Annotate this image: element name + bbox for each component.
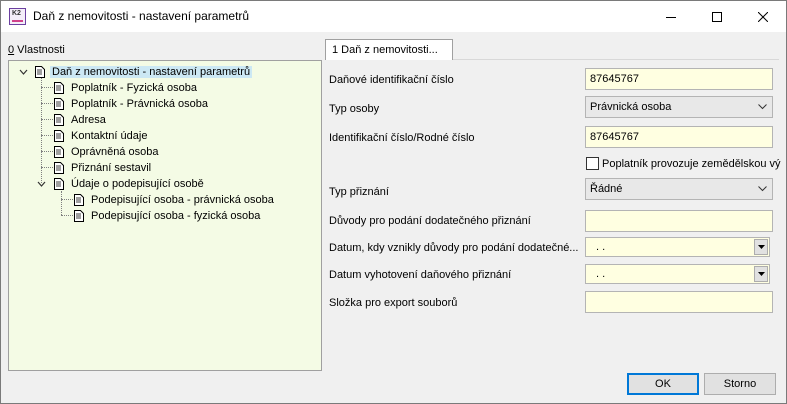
tree-item-label: Daň z nemovitosti - nastavení parametrů <box>50 66 253 78</box>
dropdown-arrow-icon <box>757 272 765 276</box>
chevron-down-icon <box>758 104 767 110</box>
tree-item-label: Podepisující osoba - právnická osoba <box>91 194 274 206</box>
properties-label: 0 Vlastnosti <box>8 44 65 56</box>
app-icon: K2 <box>9 8 26 25</box>
datum-vyhotoveni-value: . . <box>596 268 606 280</box>
minimize-icon <box>666 16 676 18</box>
duvody-field[interactable] <box>585 210 773 232</box>
datum-duvody-dropdown[interactable] <box>754 239 768 255</box>
tree-item-label: Poplatník - Fyzická osoba <box>71 82 197 94</box>
document-icon <box>54 162 64 174</box>
tree-item-priznani-sestavil[interactable]: Přiznání sestavil <box>54 160 153 176</box>
close-button[interactable] <box>740 1 786 32</box>
ico-label: Identifikační číslo/Rodné číslo <box>329 132 475 144</box>
tree-item-label: Podepisující osoba - fyzická osoba <box>91 210 261 222</box>
datum-vyhotoveni-field[interactable]: . . <box>585 264 770 284</box>
properties-label-text: Vlastnosti <box>14 44 65 56</box>
typ-priznani-label: Typ přiznání <box>329 186 389 198</box>
tab-dan-z-nemovitosti[interactable]: 1 Daň z nemovitosti... <box>325 39 453 60</box>
datum-vyhotoveni-label: Datum vyhotovení daňového přiznání <box>329 269 512 281</box>
app-icon-text: K2 <box>12 10 21 17</box>
tree-item-adresa[interactable]: Adresa <box>54 112 108 128</box>
minimize-button[interactable] <box>648 1 694 32</box>
tree-item-label: Oprávněná osoba <box>71 146 159 158</box>
dic-field[interactable]: 87645767 <box>585 68 773 90</box>
tree-item-label: Adresa <box>71 114 106 126</box>
tree-item-podepisujici-osoba[interactable]: Údaje o podepisující osobě <box>54 176 206 192</box>
typ-priznani-value: Řádné <box>590 183 623 195</box>
document-icon <box>54 98 64 110</box>
tree-item-root[interactable]: Daň z nemovitosti - nastavení parametrů <box>35 64 253 80</box>
zemedelska-checkbox-row[interactable]: Poplatník provozuje zemědělskou vý <box>586 157 781 170</box>
duvody-label: Důvody pro podání dodatečného přiznání <box>329 215 531 227</box>
document-icon <box>54 82 64 94</box>
datum-duvody-field[interactable]: . . <box>585 237 770 257</box>
collapse-icon[interactable] <box>37 180 46 189</box>
document-icon <box>54 114 64 126</box>
maximize-icon <box>712 11 722 22</box>
tab-divider <box>453 59 779 60</box>
zemedelska-label: Poplatník provozuje zemědělskou vý <box>602 157 781 170</box>
tree-item-podepisujici-pravnicka[interactable]: Podepisující osoba - právnická osoba <box>74 192 276 208</box>
maximize-button[interactable] <box>694 1 740 32</box>
tree-item-fyzicka-osoba[interactable]: Poplatník - Fyzická osoba <box>54 80 199 96</box>
tree-item-label: Přiznání sestavil <box>71 162 152 174</box>
tree-item-label: Údaje o podepisující osobě <box>71 178 204 190</box>
document-icon <box>35 66 45 78</box>
close-icon <box>758 11 768 22</box>
datum-duvody-value: . . <box>596 241 606 253</box>
window-title: Daň z nemovitosti - nastavení parametrů <box>33 9 250 23</box>
datum-vyhotoveni-dropdown[interactable] <box>754 266 768 282</box>
chevron-down-icon <box>758 186 767 192</box>
tree-item-opravnena-osoba[interactable]: Oprávněná osoba <box>54 144 160 160</box>
datum-duvody-label: Datum, kdy vznikly důvody pro podání dod… <box>329 242 579 254</box>
cancel-button[interactable]: Storno <box>704 373 776 395</box>
document-icon <box>74 194 84 206</box>
typ-osoby-label: Typ osoby <box>329 103 380 115</box>
tree-item-kontaktni-udaje[interactable]: Kontaktní údaje <box>54 128 149 144</box>
ico-field[interactable]: 87645767 <box>585 126 773 148</box>
document-icon <box>54 130 64 142</box>
typ-priznani-select[interactable]: Řádné <box>585 178 773 200</box>
slozka-label: Složka pro export souborů <box>329 297 458 309</box>
tree-item-podepisujici-fyzicka[interactable]: Podepisující osoba - fyzická osoba <box>74 208 262 224</box>
properties-tree[interactable]: Daň z nemovitosti - nastavení parametrů … <box>8 60 322 371</box>
collapse-icon[interactable] <box>19 68 28 77</box>
title-bar: K2 Daň z nemovitosti - nastavení paramet… <box>1 1 786 32</box>
document-icon <box>54 178 64 190</box>
slozka-field[interactable] <box>585 291 773 313</box>
document-icon <box>74 210 84 222</box>
tree-item-label: Poplatník - Právnická osoba <box>71 98 208 110</box>
tree-item-pravnicka-osoba[interactable]: Poplatník - Právnická osoba <box>54 96 210 112</box>
zemedelska-checkbox[interactable] <box>586 157 599 170</box>
typ-osoby-select[interactable]: Právnická osoba <box>585 96 773 118</box>
typ-osoby-value: Právnická osoba <box>590 101 672 113</box>
dropdown-arrow-icon <box>757 245 765 249</box>
dic-label: Daňové identifikační číslo <box>329 74 454 86</box>
tree-item-label: Kontaktní údaje <box>71 130 148 142</box>
ok-button[interactable]: OK <box>627 373 699 395</box>
dialog-window: K2 Daň z nemovitosti - nastavení paramet… <box>0 0 787 404</box>
document-icon <box>54 146 64 158</box>
